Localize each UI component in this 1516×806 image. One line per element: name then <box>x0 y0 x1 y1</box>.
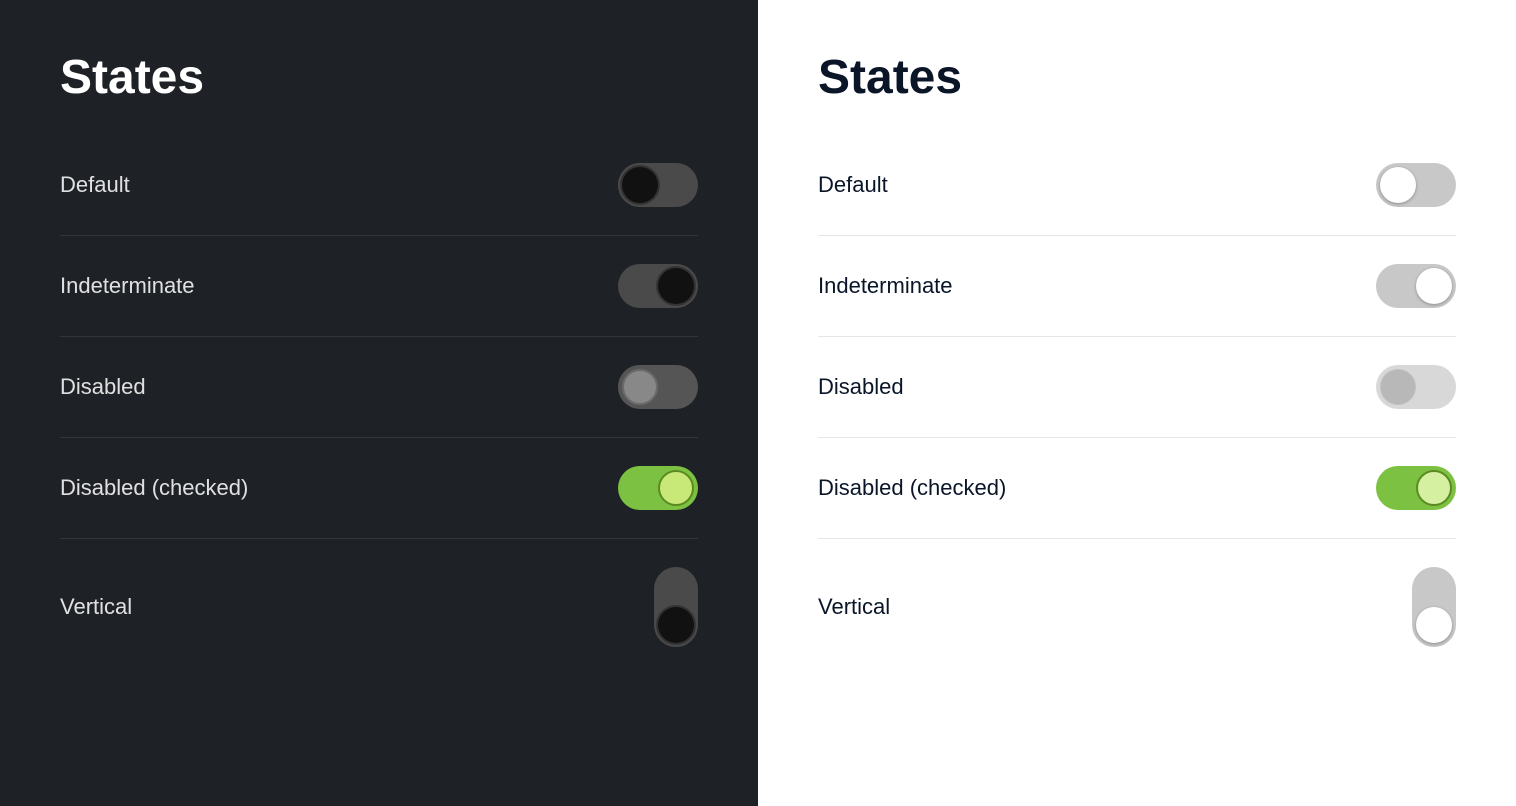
light-disabled-checked-toggle <box>1376 466 1456 510</box>
dark-disabled-checked-label: Disabled (checked) <box>60 475 248 501</box>
dark-disabled-label: Disabled <box>60 374 146 400</box>
light-indeterminate-label: Indeterminate <box>818 273 953 299</box>
light-vertical-label: Vertical <box>818 594 890 620</box>
light-disabled-thumb <box>1380 369 1416 405</box>
dark-vertical-thumb <box>658 607 694 643</box>
dark-indeterminate-row: Indeterminate <box>60 236 698 336</box>
light-default-row: Default <box>818 135 1456 235</box>
light-vertical-row: Vertical <box>818 539 1456 675</box>
dark-disabled-toggle <box>618 365 698 409</box>
dark-indeterminate-thumb <box>658 268 694 304</box>
light-disabled-checked-row: Disabled (checked) <box>818 438 1456 538</box>
light-default-thumb <box>1380 167 1416 203</box>
light-disabled-checked-thumb <box>1416 470 1452 506</box>
light-vertical-toggle[interactable] <box>1412 567 1456 647</box>
dark-vertical-toggle[interactable] <box>654 567 698 647</box>
light-vertical-thumb <box>1416 607 1452 643</box>
dark-indeterminate-label: Indeterminate <box>60 273 195 299</box>
light-default-label: Default <box>818 172 888 198</box>
dark-panel-title: States <box>60 50 698 105</box>
light-panel-title: States <box>818 50 1456 105</box>
light-indeterminate-thumb <box>1416 268 1452 304</box>
dark-panel: States Default Indeterminate Disabled Di… <box>0 0 758 806</box>
light-panel: States Default Indeterminate Disabled Di… <box>758 0 1516 806</box>
dark-vertical-row: Vertical <box>60 539 698 675</box>
dark-disabled-thumb <box>622 369 658 405</box>
light-disabled-row: Disabled <box>818 337 1456 437</box>
dark-default-row: Default <box>60 135 698 235</box>
light-indeterminate-toggle[interactable] <box>1376 264 1456 308</box>
dark-indeterminate-toggle[interactable] <box>618 264 698 308</box>
dark-default-thumb <box>622 167 658 203</box>
dark-default-label: Default <box>60 172 130 198</box>
light-disabled-label: Disabled <box>818 374 904 400</box>
light-default-toggle[interactable] <box>1376 163 1456 207</box>
dark-disabled-checked-thumb <box>658 470 694 506</box>
dark-default-toggle[interactable] <box>618 163 698 207</box>
light-indeterminate-row: Indeterminate <box>818 236 1456 336</box>
light-disabled-toggle <box>1376 365 1456 409</box>
dark-disabled-checked-toggle <box>618 466 698 510</box>
dark-disabled-row: Disabled <box>60 337 698 437</box>
light-disabled-checked-label: Disabled (checked) <box>818 475 1006 501</box>
dark-disabled-checked-row: Disabled (checked) <box>60 438 698 538</box>
dark-vertical-label: Vertical <box>60 594 132 620</box>
